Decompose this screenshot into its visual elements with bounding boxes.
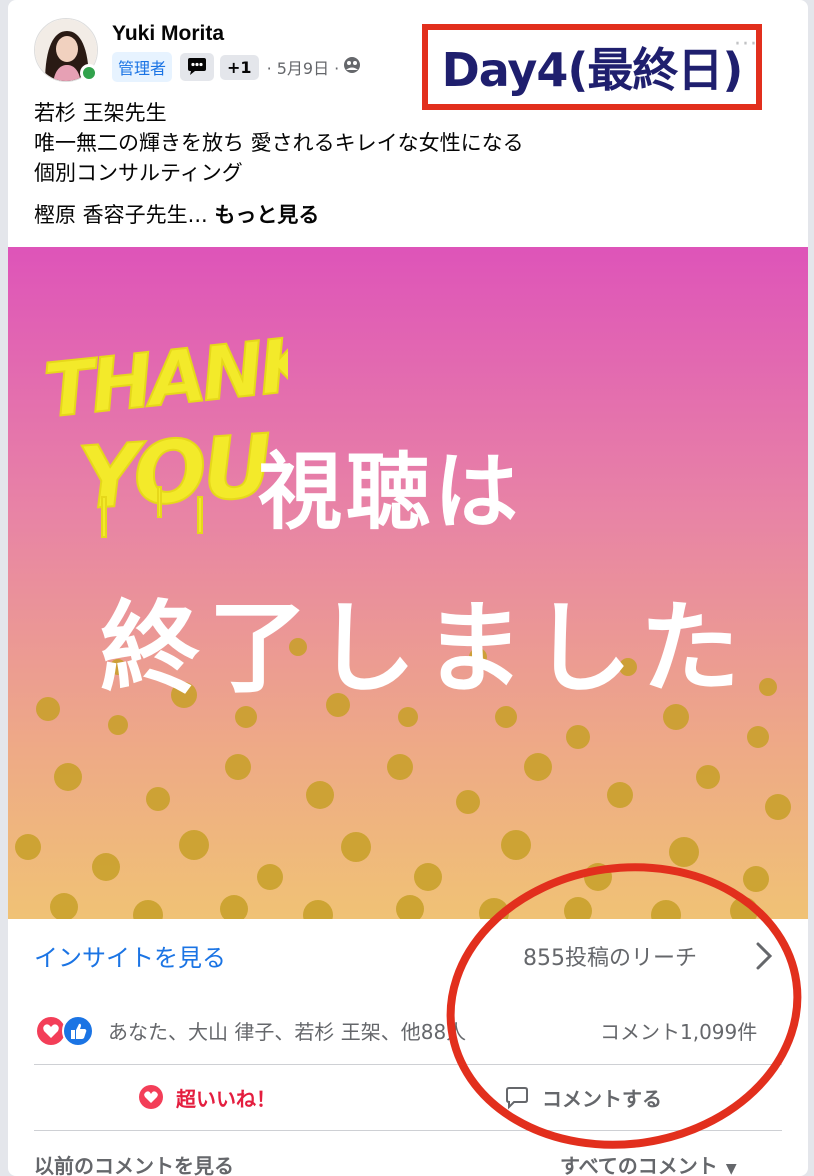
- post-date[interactable]: · 5月9日 ·: [267, 55, 340, 79]
- comment-filter-label: すべてのコメント: [560, 1154, 718, 1176]
- post-line-last: 樫原 香容子先生...: [34, 203, 208, 227]
- day-annotation-label: Day4(最終日): [441, 43, 744, 97]
- reactors-summary[interactable]: あなた、大山 律子、若杉 王架、他88人: [108, 1016, 466, 1045]
- post-meta: 管理者 +1 · 5月9日 ·: [112, 52, 361, 82]
- divider: [34, 1064, 782, 1065]
- caret-down-icon: ▼: [725, 1161, 737, 1176]
- comment-button-label: コメントする: [542, 1086, 662, 1111]
- post-reach[interactable]: 855投稿のリーチ: [523, 940, 697, 972]
- love-button[interactable]: 超いいね！: [138, 1072, 276, 1122]
- image-headline-line-1: 視聴は: [258, 443, 523, 541]
- see-more-link[interactable]: もっと見る: [214, 203, 319, 227]
- thank-you-graphic: THANK YOU: [39, 319, 288, 538]
- chevron-right-icon[interactable]: [754, 940, 774, 976]
- post-line: 唯一無二の輝きを放ち 愛されるキレイな女性になる: [34, 131, 524, 155]
- post-line: 個別コンサルティング: [34, 161, 243, 185]
- divider: [34, 1130, 782, 1131]
- comment-filter-dropdown[interactable]: すべてのコメント ▼: [560, 1150, 737, 1176]
- conversation-starter-icon[interactable]: [180, 53, 215, 81]
- view-insights-link[interactable]: インサイトを見る: [34, 938, 226, 973]
- love-button-label: 超いいね！: [176, 1086, 276, 1111]
- image-headline-line-2: 終了しました: [100, 590, 748, 707]
- post-line-truncated: 樫原 香容子先生... もっと見る: [34, 200, 774, 230]
- post-body: 若杉 王架先生 唯一無二の輝きを放ち 愛されるキレイな女性になる 個別コンサルテ…: [34, 98, 774, 230]
- more-badges-badge[interactable]: +1: [220, 54, 259, 80]
- online-status-icon: [80, 64, 98, 82]
- comment-icon: [506, 1087, 528, 1110]
- post-line: 若杉 王架先生: [34, 101, 167, 125]
- comment-button[interactable]: コメントする: [504, 1072, 662, 1122]
- group-audience-icon: [343, 56, 361, 78]
- post-card: Yuki Morita 管理者 +1 · 5月9日 · ··· Day4(最終日…: [8, 0, 808, 1176]
- comment-count[interactable]: コメント1,099件: [600, 1016, 757, 1045]
- heart-icon: [139, 1085, 163, 1109]
- author-name[interactable]: Yuki Morita: [112, 22, 224, 46]
- view-previous-comments-link[interactable]: 以前のコメントを見る: [34, 1150, 234, 1176]
- reaction-icons[interactable]: [34, 1014, 98, 1048]
- post-image[interactable]: THANK YOU 視聴は 終了しました: [8, 247, 808, 919]
- admin-badge[interactable]: 管理者: [112, 52, 173, 82]
